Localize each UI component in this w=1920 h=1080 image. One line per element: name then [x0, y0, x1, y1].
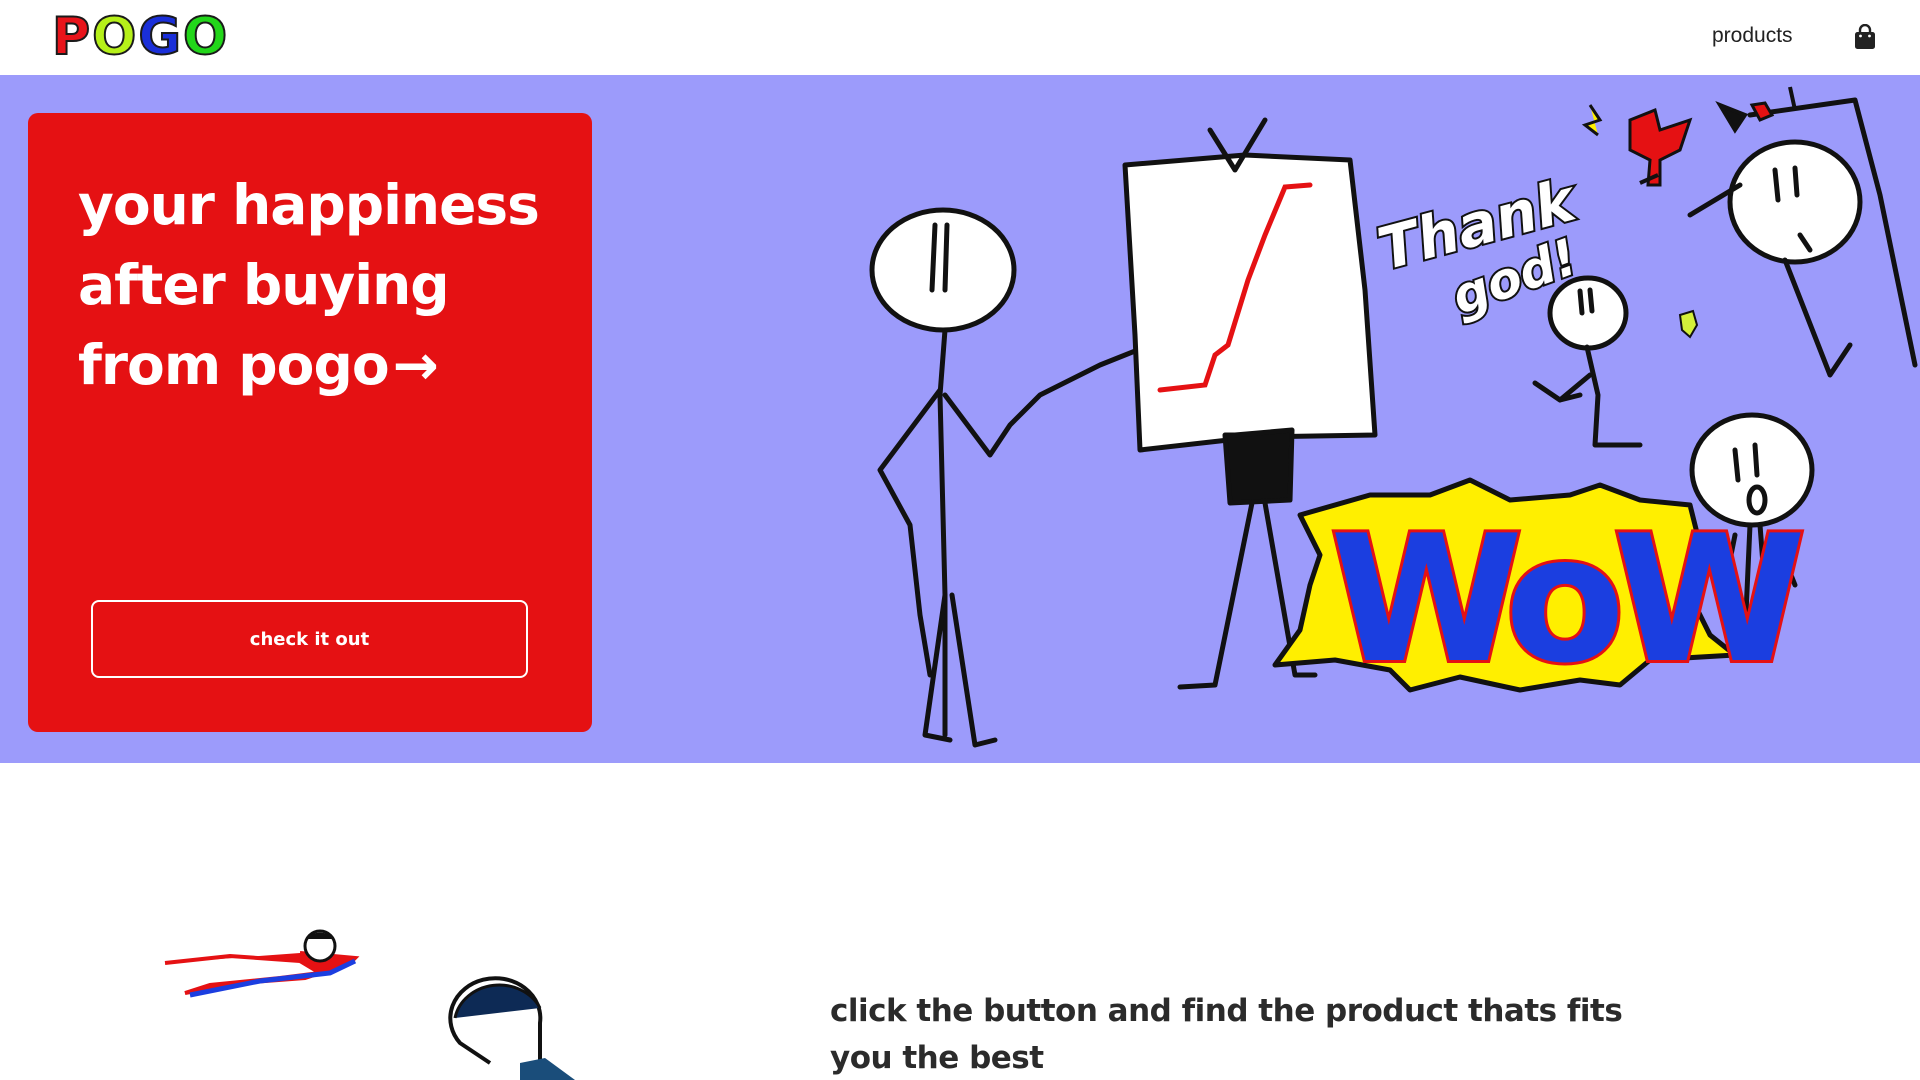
intro-section: click the button and find the product th… [0, 763, 1920, 1080]
hero-title-line: after buying [78, 253, 450, 317]
intro-text: click the button and find the product th… [830, 993, 1623, 1076]
hero-title-line: from pogo [78, 333, 390, 397]
hero-banner: Thank god! WoW your happiness after buyi… [0, 75, 1920, 763]
hero-title[interactable]: your happiness after buying from pogo→ [78, 165, 558, 405]
hero-title-line: your happiness [78, 173, 540, 237]
logo-letter: P [51, 7, 93, 67]
pogo-logo[interactable]: POGO [51, 7, 230, 67]
nav-link-products[interactable]: products [1712, 24, 1793, 48]
logo-letter: O [182, 7, 230, 67]
logo-letter: G [137, 7, 184, 67]
check-it-out-button[interactable]: check it out [91, 600, 528, 678]
arrow-right-icon[interactable]: → [393, 325, 439, 405]
logo-letter: O [91, 7, 139, 67]
hero-card: your happiness after buying from pogo→ c… [28, 113, 592, 732]
shopping-bag-icon[interactable] [1853, 23, 1877, 50]
site-header: POGO products [0, 0, 1920, 75]
wow-text: WoW [1330, 499, 1801, 702]
